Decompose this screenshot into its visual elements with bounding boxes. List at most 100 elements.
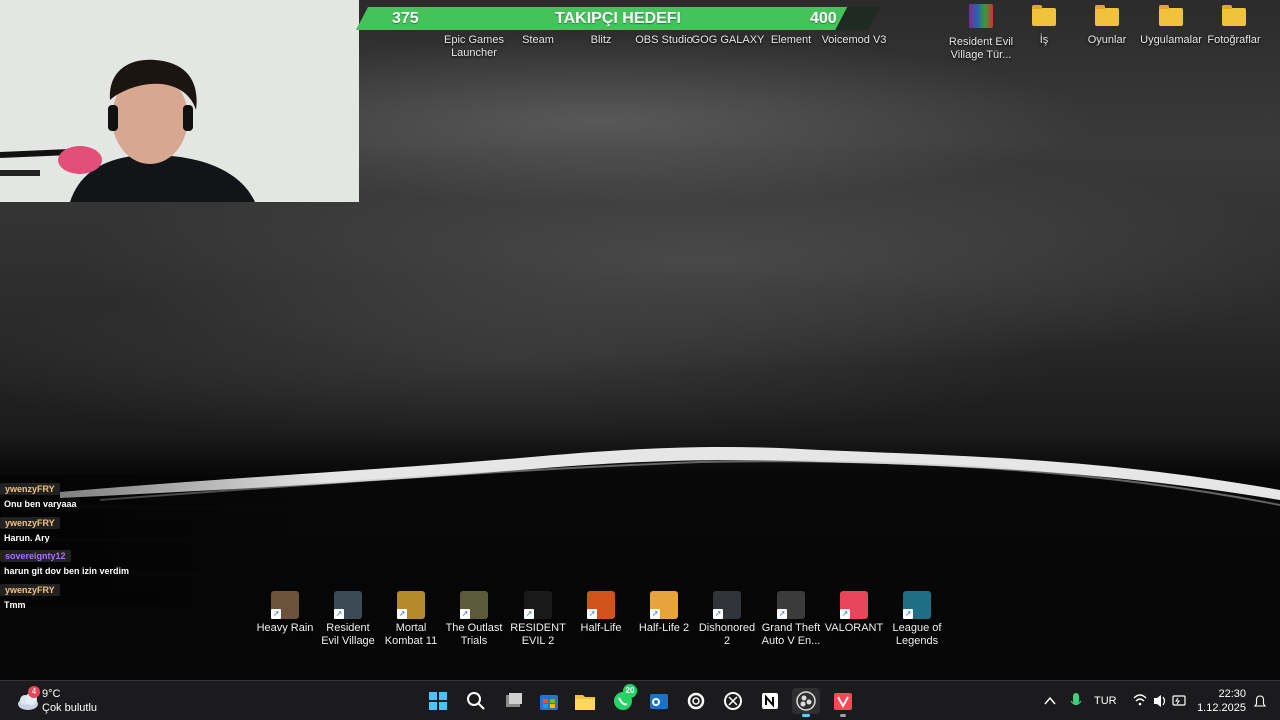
- gta-v-icon: ↗: [777, 591, 805, 619]
- valorant-icon: [834, 693, 852, 710]
- battery-button[interactable]: [1172, 681, 1188, 720]
- desktop-item-5[interactable]: Fotoğraflar: [1194, 4, 1274, 47]
- mk11-icon: ↗: [397, 591, 425, 619]
- clock[interactable]: 22:30 1.12.2025: [1196, 681, 1246, 720]
- shortcut-arrow-icon: ↗: [777, 609, 787, 619]
- chat-text: Onu ben varyaaa: [4, 499, 77, 509]
- shortcut-label: Mortal Kombat 11: [384, 622, 438, 647]
- folder-icon: [1159, 5, 1183, 26]
- chat-message: ywenzyFRY Onu ben varyaaa: [0, 477, 77, 509]
- desktop-shortcut-lol[interactable]: ↗ League of Legends: [885, 591, 949, 648]
- chat-username: sovereignty12: [0, 550, 71, 562]
- speaker-icon: [1154, 695, 1166, 707]
- chat-text: Tmm: [4, 600, 26, 610]
- shortcut-arrow-icon: ↗: [903, 609, 913, 619]
- re2-icon: ↗: [524, 591, 552, 619]
- whatsapp-button[interactable]: 20: [609, 684, 637, 714]
- desktop-shortcut-heavy-rain[interactable]: ↗ Heavy Rain: [253, 591, 317, 635]
- goal-title: TAKIPÇI HEDEFI: [555, 10, 681, 27]
- wifi-icon: [1133, 694, 1147, 706]
- shortcut-arrow-icon: ↗: [840, 609, 850, 619]
- wifi-button[interactable]: [1132, 681, 1148, 720]
- shortcut-label: Half-Life: [580, 622, 622, 634]
- desktop-shortcut-re2[interactable]: ↗ RESIDENT EVIL 2: [506, 591, 570, 648]
- windows-logo-icon: [429, 692, 447, 710]
- battery-plug-icon: [1172, 695, 1186, 706]
- half-life-2-icon: ↗: [650, 591, 678, 619]
- task-view-button[interactable]: [499, 688, 527, 714]
- heavy-rain-icon: ↗: [271, 591, 299, 619]
- desktop-shortcut-half-life-2[interactable]: ↗ Half-Life 2: [632, 591, 696, 635]
- shortcut-label: Resident Evil Village: [321, 622, 375, 647]
- shortcut-label: Half-Life 2: [638, 622, 690, 634]
- search-button[interactable]: [462, 688, 490, 714]
- shortcut-label: The Outlast Trials: [445, 622, 503, 647]
- chatgpt-icon: [724, 692, 742, 710]
- goal-target-count: 400: [810, 10, 837, 27]
- valorant-taskbar-button[interactable]: [829, 688, 857, 717]
- follower-goal-bar: 375 TAKIPÇI HEDEFI 400: [356, 7, 880, 30]
- valorant-icon: ↗: [840, 591, 868, 619]
- shortcut-arrow-icon: ↗: [524, 609, 534, 619]
- desktop-shortcut-mk11[interactable]: ↗ Mortal Kombat 11: [379, 591, 443, 648]
- ring-icon: [687, 692, 705, 710]
- shortcut-label: VALORANT: [824, 622, 884, 634]
- desktop-shortcut-gta-v[interactable]: ↗ Grand Theft Auto V En...: [759, 591, 823, 648]
- winrar-archive-icon: [969, 4, 993, 28]
- folder-icon: [1222, 5, 1246, 26]
- shortcut-label: Dishonored 2: [698, 622, 756, 647]
- outlook-icon: [650, 694, 668, 709]
- clock-time: 22:30: [1218, 688, 1246, 700]
- shortcut-arrow-icon: ↗: [713, 609, 723, 619]
- file-explorer-button[interactable]: [571, 688, 599, 714]
- chat-text: harun git dov ben izin verdim: [4, 566, 130, 576]
- shortcut-arrow-icon: ↗: [397, 609, 407, 619]
- shortcut-label: Voicemod V3: [821, 34, 887, 46]
- outlook-button[interactable]: [645, 688, 673, 714]
- obs-button[interactable]: [792, 688, 820, 717]
- notifications-button[interactable]: [1252, 681, 1268, 720]
- store-button[interactable]: [535, 688, 563, 714]
- volume-button[interactable]: [1152, 681, 1168, 720]
- desktop-shortcut-valorant[interactable]: ↗ VALORANT: [822, 591, 886, 635]
- desktop-shortcut-outlast[interactable]: ↗ The Outlast Trials: [442, 591, 506, 648]
- weather-badge: 4: [28, 686, 40, 698]
- weather-desc: Çok bulutlu: [42, 702, 98, 714]
- half-life-icon: ↗: [587, 591, 615, 619]
- weather-widget[interactable]: 4 9°C Çok bulutlu: [14, 681, 124, 720]
- webcam-feed: [0, 0, 359, 202]
- chat-username: ywenzyFRY: [0, 483, 60, 495]
- notion-button[interactable]: [756, 688, 784, 714]
- shortcut-arrow-icon: ↗: [460, 609, 470, 619]
- desktop-shortcut-re-village[interactable]: ↗ Resident Evil Village: [316, 591, 380, 648]
- running-indicator: [840, 714, 846, 717]
- bell-icon: [1253, 695, 1267, 707]
- folder-icon: [1032, 5, 1056, 26]
- obs-icon: [796, 691, 816, 711]
- re-village-icon: ↗: [334, 591, 362, 619]
- notion-icon: [762, 693, 778, 709]
- shortcut-label: Heavy Rain: [256, 622, 314, 634]
- start-button[interactable]: [424, 688, 452, 714]
- file-explorer-icon: [575, 695, 595, 710]
- shortcut-arrow-icon: ↗: [271, 609, 281, 619]
- desktop-shortcut-half-life[interactable]: ↗ Half-Life: [569, 591, 633, 635]
- chevron-up-icon: [1044, 696, 1056, 705]
- lol-icon: ↗: [903, 591, 931, 619]
- microphone-button[interactable]: [1068, 681, 1084, 720]
- cortana-button[interactable]: [682, 688, 710, 714]
- show-hidden-icons-button[interactable]: [1042, 681, 1058, 720]
- language-indicator[interactable]: TUR: [1094, 681, 1124, 720]
- weather-temp: 9°C: [42, 688, 61, 700]
- chat-username: ywenzyFRY: [0, 584, 60, 596]
- streamer-figure: [0, 0, 359, 202]
- desktop-shortcut-dishonored[interactable]: ↗ Dishonored 2: [695, 591, 759, 648]
- folder-icon: [1095, 5, 1119, 26]
- taskbar: 4 9°C Çok bulutlu 20 TUR 22:30 1.12.2025: [0, 680, 1280, 720]
- microphone-icon: [1070, 693, 1082, 706]
- shortcut-arrow-icon: ↗: [334, 609, 344, 619]
- desktop-shortcut-voicemod[interactable]: Voicemod V3: [814, 34, 894, 47]
- microsoft-store-icon: [540, 695, 558, 710]
- clock-date: 1.12.2025: [1197, 702, 1246, 714]
- chatgpt-button[interactable]: [719, 688, 747, 714]
